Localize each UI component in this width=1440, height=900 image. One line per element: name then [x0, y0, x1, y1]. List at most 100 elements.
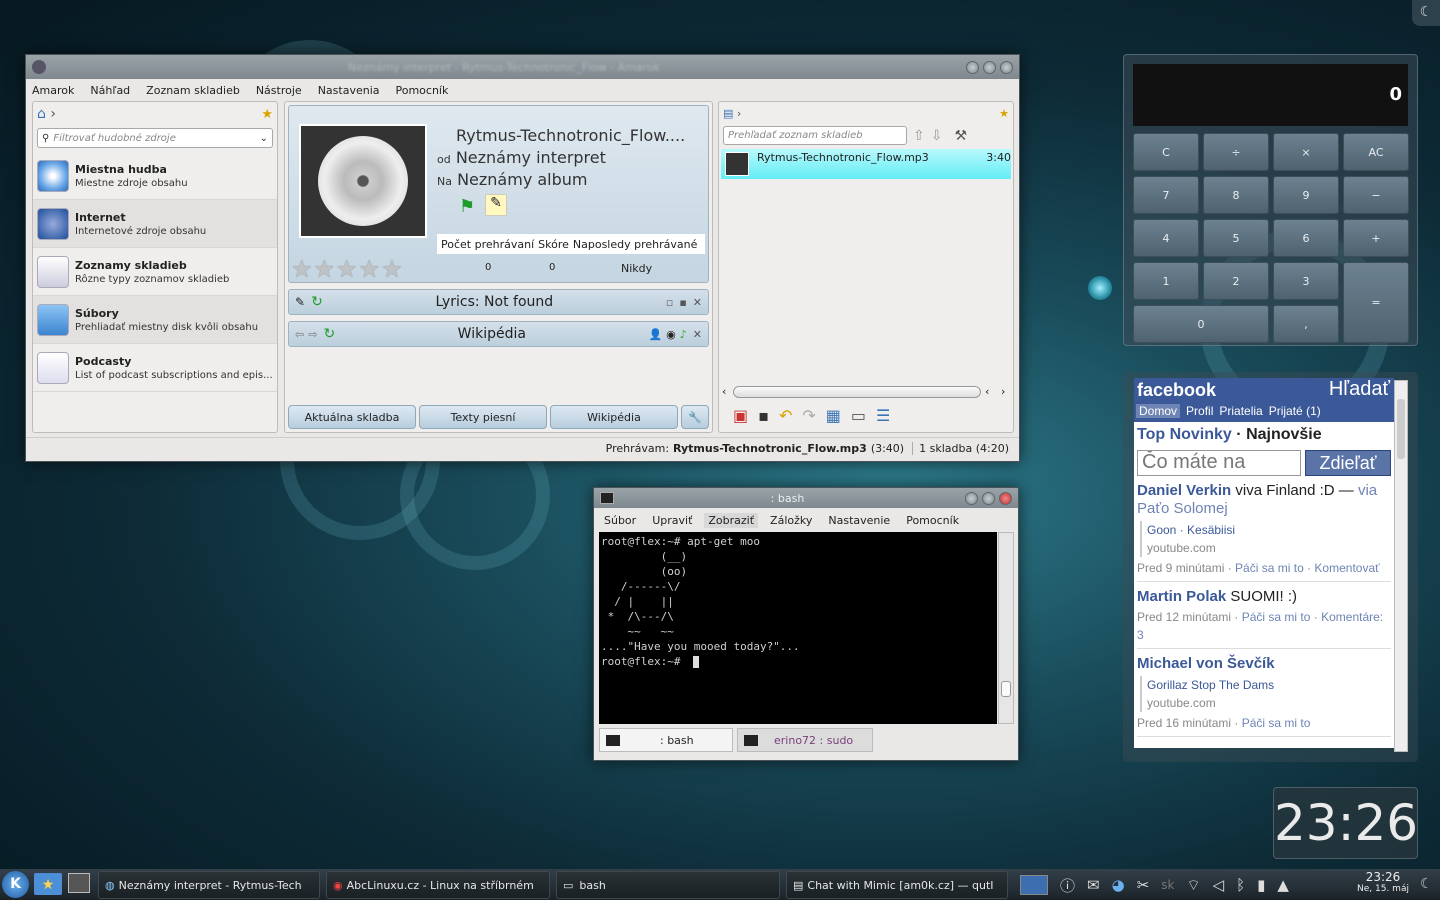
queue-icon[interactable]: ▭ — [851, 406, 866, 425]
chevron-down-icon[interactable]: ⌄ — [260, 133, 268, 144]
undo-icon[interactable]: ↶ — [779, 406, 792, 425]
calc-key[interactable]: 1 — [1133, 262, 1199, 300]
task-amarok[interactable]: ◍ Neznámy interpret - Rytmus-Tech — [98, 871, 320, 899]
scrollbar-handle[interactable] — [1001, 681, 1011, 697]
cashew-icon[interactable]: ☾ — [1420, 876, 1433, 892]
menu-item[interactable]: Nastavenie — [824, 513, 894, 528]
calc-key[interactable]: 5 — [1203, 219, 1269, 257]
horizontal-scrollbar[interactable] — [733, 386, 981, 398]
home-icon[interactable]: ⌂ › — [37, 106, 56, 122]
amarok-titlebar[interactable]: Neznámy interpret - Rytmus-Technotronic_… — [26, 55, 1019, 79]
tab-wikipedia[interactable]: Wikipédia — [550, 405, 678, 429]
rating-stars[interactable]: ★ ★ ★ ★ ★ — [291, 255, 403, 283]
calc-key[interactable]: 7 — [1133, 176, 1199, 214]
source-item[interactable]: Podcasty List of podcast subscriptions an… — [33, 344, 277, 392]
flag-icon[interactable]: ⚑ — [459, 196, 475, 217]
post-author[interactable]: Daniel Verkin — [1137, 482, 1231, 499]
facebook-nav-item[interactable]: Domov — [1136, 404, 1181, 418]
reload-icon[interactable]: ↻ — [311, 294, 323, 310]
minimize-button[interactable] — [965, 491, 978, 505]
maximize-button[interactable] — [983, 60, 996, 74]
reload-icon[interactable]: ↻ — [323, 326, 335, 342]
track-icon[interactable]: ♪ — [680, 328, 687, 341]
minimize-button[interactable] — [966, 60, 979, 74]
calc-key[interactable]: 3 — [1273, 262, 1339, 300]
terminal-scrollbar[interactable] — [998, 532, 1014, 724]
facebook-nav-item[interactable]: Priatelia — [1219, 404, 1262, 418]
network-app-icon[interactable]: ◕ — [1112, 876, 1125, 894]
playlist-row[interactable]: Rytmus-Technotronic_Flow.mp3 3:40 — [721, 149, 1011, 179]
album-icon[interactable]: ◉ — [666, 328, 676, 341]
rating-star-icon[interactable]: ★ — [336, 255, 358, 283]
scroll-right-icon[interactable]: › — [1001, 385, 1005, 398]
calc-key[interactable]: 9 — [1273, 176, 1339, 214]
rating-star-icon[interactable]: ★ — [291, 255, 313, 283]
rating-star-icon[interactable]: ★ — [381, 255, 403, 283]
tab-current-track[interactable]: Aktuálna skladba — [288, 405, 416, 429]
status-input[interactable]: Čo máte na — [1137, 450, 1301, 476]
search-lyrics-icon[interactable]: ▫ — [666, 296, 673, 309]
redo-icon[interactable]: ↷ — [802, 406, 815, 425]
konsole-titlebar[interactable]: : bash — [594, 488, 1018, 508]
arrow-down-icon[interactable]: ⇩ — [931, 128, 943, 144]
menu-item[interactable]: Upraviť — [648, 513, 696, 528]
task-bash[interactable]: ▭ bash — [556, 871, 780, 899]
share-button[interactable]: Zdieľať — [1305, 450, 1391, 476]
calc-key[interactable]: − — [1343, 176, 1409, 214]
scroll-left-icon[interactable]: ‹ — [722, 385, 726, 398]
menu-item[interactable]: Zoznam skladieb — [146, 84, 240, 97]
calc-key[interactable]: 8 — [1203, 176, 1269, 214]
calc-key[interactable]: 6 — [1273, 219, 1339, 257]
menu-item[interactable]: Záložky — [766, 513, 816, 528]
calc-key[interactable]: × — [1273, 133, 1339, 171]
like-link[interactable]: Páči sa mi to — [1242, 716, 1311, 730]
arrow-up-icon[interactable]: ⇧ — [913, 128, 925, 144]
pager-icon[interactable] — [1020, 875, 1048, 895]
task-chrome[interactable]: ◉ AbcLinuxu.cz - Linux na stříbrném — [326, 871, 550, 899]
menu-item[interactable]: Nastavenia — [318, 84, 380, 97]
terminal-icon[interactable] — [600, 492, 614, 504]
scrollbar-handle[interactable] — [1397, 399, 1405, 459]
tools-icon[interactable]: ⚒ — [954, 128, 967, 144]
export-icon[interactable]: ▦ — [826, 406, 841, 425]
maximize-button[interactable] — [982, 491, 995, 505]
add-favorite-icon[interactable]: ★ — [999, 107, 1009, 120]
facebook-logo[interactable]: facebook — [1137, 380, 1216, 401]
attachment-title[interactable]: Gorillaz Stop The Dams — [1147, 676, 1391, 694]
calc-key[interactable]: , — [1273, 305, 1339, 343]
clear-playlist-icon[interactable]: ▣ — [733, 406, 748, 425]
like-link[interactable]: Páči sa mi to — [1235, 561, 1304, 575]
playlist-layout-icon[interactable]: ▤ › — [723, 107, 741, 120]
source-item[interactable]: Miestna hudba Miestne zdroje obsahu — [33, 152, 277, 200]
attachment-title[interactable]: Goon · Kesäbiisi — [1147, 521, 1391, 539]
terminal-area[interactable]: root@flex:~# apt-get moo (__) (oo) /----… — [599, 532, 997, 724]
mail-icon[interactable]: ✉ — [1087, 876, 1100, 894]
source-item[interactable]: Súbory Prehliadať miestny disk kvôli obsa… — [33, 296, 277, 344]
calc-key[interactable]: 2 — [1203, 262, 1269, 300]
save-icon[interactable]: ▪ — [679, 296, 686, 309]
edit-icon[interactable]: ✎ — [485, 194, 507, 216]
latest-link[interactable]: Najnovšie — [1246, 426, 1322, 443]
comment-link[interactable]: Komentovať — [1314, 561, 1379, 575]
artist-icon[interactable]: 👤 — [648, 328, 662, 341]
bluetooth-icon[interactable]: ᛒ — [1236, 876, 1245, 894]
calc-key[interactable]: C — [1133, 133, 1199, 171]
filter-input[interactable]: ⚲ Filtrovať hudobné zdroje ⌄ — [37, 128, 273, 148]
scissors-icon[interactable]: ✂ — [1137, 876, 1150, 894]
wifi-icon[interactable]: ⌔ — [1186, 876, 1200, 895]
source-item[interactable]: Internet Internetové zdroje obsahu — [33, 200, 277, 248]
playlist-search-input[interactable]: Prehľadať zoznam skladieb — [723, 126, 907, 145]
battery-icon[interactable]: ▮ — [1257, 876, 1265, 894]
task-chat[interactable]: ▤ Chat with Mimic [am0k.cz] — qutI — [786, 871, 1008, 899]
top-news-link[interactable]: Top Novinky — [1137, 426, 1232, 443]
menu-item[interactable]: Nástroje — [256, 84, 302, 97]
corner-button[interactable]: ☾ — [1412, 0, 1440, 26]
info-icon[interactable]: ⓘ — [1060, 875, 1075, 896]
close-button[interactable] — [1000, 60, 1013, 74]
back-icon[interactable]: ⇦ — [295, 328, 304, 341]
menu-item[interactable]: Náhľad — [90, 84, 130, 97]
menu-item[interactable]: Pomocník — [396, 84, 449, 97]
tab-sudo[interactable]: erino72 : sudo — [737, 728, 873, 752]
source-item[interactable]: Zoznamy skladieb Rôzne typy zoznamov skla… — [33, 248, 277, 296]
list-icon[interactable]: ☰ — [876, 406, 890, 425]
